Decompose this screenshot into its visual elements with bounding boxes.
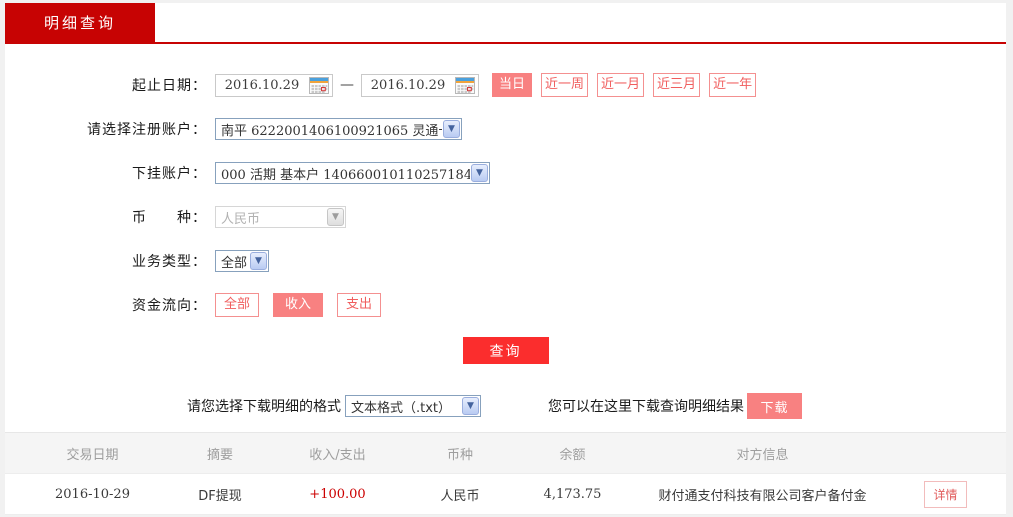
sub-account-select[interactable]: 000 活期 基本户 1406600101102571848 ▼ bbox=[215, 162, 490, 184]
sub-account-value: 000 活期 基本户 1406600101102571848 bbox=[221, 167, 470, 183]
date-range-label: 起止日期： bbox=[132, 78, 207, 94]
currency-value: 人民币 bbox=[221, 211, 261, 227]
calendar-icon bbox=[454, 76, 475, 94]
sub-account-row: 下挂账户： 000 活期 基本户 1406600101102571848 ▼ bbox=[5, 161, 1006, 185]
quick-range-year-button[interactable]: 近一年 bbox=[709, 73, 757, 97]
cell-counterparty: 财付通支付科技有限公司客户备付金 bbox=[658, 488, 867, 504]
fund-direction-income-button[interactable]: 收入 bbox=[273, 293, 324, 317]
calendar-icon bbox=[308, 76, 329, 94]
cell-balance: 4,173.75 bbox=[543, 486, 602, 502]
end-date-input[interactable] bbox=[362, 75, 454, 95]
header-amount: 收入/支出 bbox=[309, 447, 366, 463]
quick-range-quarter-button[interactable]: 近三月 bbox=[653, 73, 701, 97]
download-format-select[interactable]: 文本格式（.txt） ▼ bbox=[345, 395, 481, 417]
header-summary: 摘要 bbox=[206, 447, 233, 463]
chevron-down-icon: ▼ bbox=[250, 252, 267, 270]
quick-range-week-button[interactable]: 近一周 bbox=[541, 73, 589, 97]
header-currency: 币种 bbox=[446, 447, 473, 463]
end-date-field bbox=[361, 73, 479, 97]
results-table: 交易日期 摘要 收入/支出 币种 余额 对方信息 2016-10-29 DF提现… bbox=[5, 432, 1006, 515]
table-header-row: 交易日期 摘要 收入/支出 币种 余额 对方信息 bbox=[5, 433, 1006, 473]
registered-account-label: 请选择注册账户： bbox=[87, 122, 207, 138]
currency-select: 人民币 ▼ bbox=[215, 206, 346, 228]
start-date-field bbox=[215, 73, 333, 97]
chevron-down-icon: ▼ bbox=[443, 120, 460, 138]
registered-account-select[interactable]: 南平 6222001406100921065 灵通卡 ▼ bbox=[215, 118, 462, 140]
quick-range-month-button[interactable]: 近一月 bbox=[597, 73, 645, 97]
table-row: 2016-10-29 DF提现 +100.00 人民币 4,173.75 财付通… bbox=[5, 473, 1006, 515]
tab-bar: 明细查询 bbox=[5, 3, 1006, 44]
fund-direction-all-button[interactable]: 全部 bbox=[215, 293, 260, 317]
cell-amount: +100.00 bbox=[309, 486, 366, 502]
business-type-value: 全部 bbox=[221, 255, 248, 271]
currency-row: 币 种： 人民币 ▼ bbox=[5, 205, 1006, 229]
download-hint: 您可以在这里下载查询明细结果 bbox=[548, 399, 744, 415]
download-format-label: 请您选择下载明细的格式 bbox=[187, 399, 341, 415]
header-date: 交易日期 bbox=[66, 447, 119, 463]
end-date-calendar-button[interactable] bbox=[454, 76, 475, 95]
header-balance: 余额 bbox=[559, 447, 586, 463]
download-button[interactable]: 下载 bbox=[747, 393, 802, 419]
date-range-row: 起止日期： 2016.10.29 — 2016.10.29 当日 近一周 近一月… bbox=[5, 73, 1006, 97]
chevron-down-icon: ▼ bbox=[462, 397, 479, 415]
fund-direction-expense-button[interactable]: 支出 bbox=[337, 293, 382, 317]
download-row: 请您选择下载明细的格式 文本格式（.txt） ▼ 您可以在这里下载查询明细结果 … bbox=[187, 393, 1006, 419]
currency-label: 币 种： bbox=[132, 210, 207, 226]
registered-account-value: 南平 6222001406100921065 灵通卡 bbox=[221, 123, 442, 139]
sub-account-label: 下挂账户： bbox=[132, 166, 207, 182]
detail-button[interactable]: 详情 bbox=[924, 480, 967, 508]
fund-direction-label: 资金流向： bbox=[132, 298, 207, 314]
fund-direction-row: 资金流向： 全部 收入 支出 bbox=[5, 293, 1006, 317]
date-range-separator: — bbox=[340, 77, 354, 93]
start-date-input[interactable] bbox=[216, 75, 308, 95]
query-form: 起止日期： 2016.10.29 — 2016.10.29 当日 近一周 近一月… bbox=[5, 44, 1006, 419]
cell-date: 2016-10-29 bbox=[55, 486, 130, 502]
quick-range-today-button[interactable]: 当日 bbox=[492, 73, 533, 97]
start-date-calendar-button[interactable] bbox=[308, 76, 329, 95]
tab-detail-query[interactable]: 明细查询 bbox=[5, 3, 155, 44]
business-type-select[interactable]: 全部 ▼ bbox=[215, 250, 269, 272]
cell-currency: 人民币 bbox=[440, 488, 480, 504]
cell-summary: DF提现 bbox=[198, 488, 242, 504]
business-type-row: 业务类型： 全部 ▼ bbox=[5, 249, 1006, 273]
header-counterparty: 对方信息 bbox=[736, 447, 789, 463]
content-card: 明细查询 起止日期： 2016.10.29 — 2016.10.29 当日 近一… bbox=[5, 3, 1006, 515]
quick-range-buttons: 当日 近一周 近一月 近三月 近一年 bbox=[492, 73, 757, 97]
query-button[interactable]: 查询 bbox=[462, 337, 549, 364]
chevron-down-icon: ▼ bbox=[471, 164, 488, 182]
business-type-label: 业务类型： bbox=[132, 254, 207, 270]
fund-direction-options: 全部 收入 支出 bbox=[215, 293, 382, 317]
registered-account-row: 请选择注册账户： 南平 6222001406100921065 灵通卡 ▼ bbox=[5, 117, 1006, 141]
chevron-down-icon: ▼ bbox=[327, 208, 344, 226]
download-format-value: 文本格式（.txt） bbox=[351, 400, 452, 416]
